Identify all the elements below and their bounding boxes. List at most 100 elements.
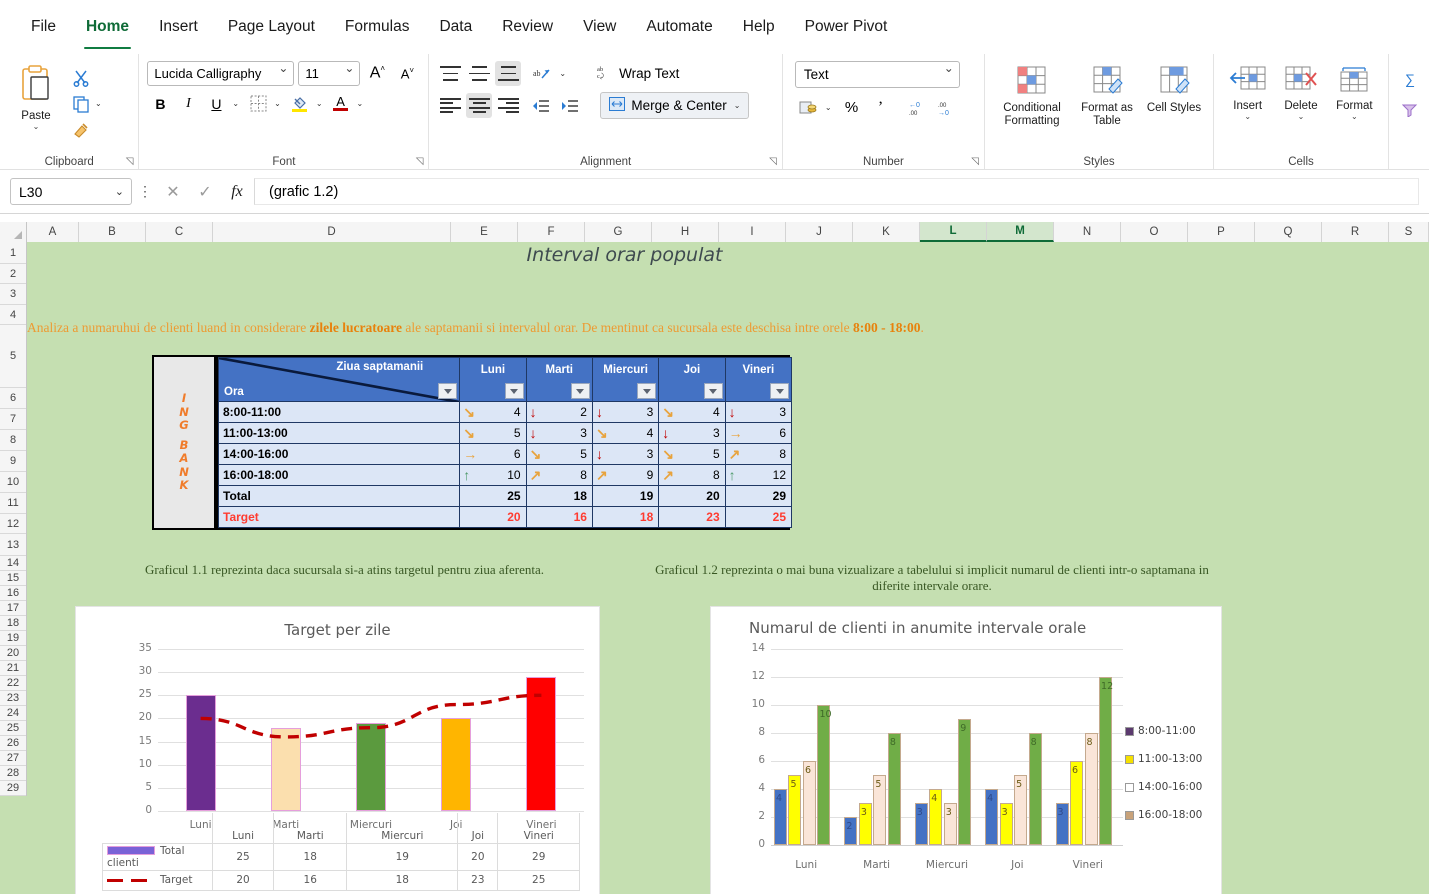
delete-cells-button[interactable]: Delete ⌄ <box>1275 63 1326 121</box>
row-header-13[interactable]: 13 <box>0 534 26 556</box>
insert-function-icon[interactable]: fx <box>222 183 252 201</box>
row-header-7[interactable]: 7 <box>0 409 26 430</box>
paste-button[interactable]: Paste ⌄ <box>8 63 64 131</box>
header-day-joi[interactable]: Joi <box>658 357 726 402</box>
font-name-input[interactable]: Lucida Calligraphy <box>147 61 295 86</box>
data-cell[interactable]: ↓ 3 <box>525 422 593 444</box>
header-corner-diagonal[interactable]: Ziua saptamanii Ora <box>217 357 461 402</box>
header-day-vineri[interactable]: Vineri <box>724 357 793 402</box>
fill-color-dropdown-caret[interactable]: ⌄ <box>316 99 323 108</box>
column-header-K[interactable]: K <box>853 222 920 242</box>
row-header-22[interactable]: 22 <box>0 676 26 691</box>
column-header-L[interactable]: L <box>920 222 987 242</box>
row-header-27[interactable]: 27 <box>0 751 26 766</box>
column-header-H[interactable]: H <box>652 222 719 242</box>
number-format-select[interactable]: Text <box>794 61 960 88</box>
ribbon-tab-home[interactable]: Home <box>73 12 142 49</box>
format-cells-button[interactable]: Format ⌄ <box>1329 63 1380 121</box>
row-header-23[interactable]: 23 <box>0 691 26 706</box>
bar-total-clienti[interactable] <box>185 695 216 811</box>
target-value-cell[interactable]: 20 <box>459 506 527 528</box>
data-cell[interactable]: ↗ 8 <box>525 464 593 486</box>
column-header-A[interactable]: A <box>27 222 79 242</box>
row-label-cell[interactable]: 11:00-13:00 <box>217 422 461 444</box>
accounting-dropdown-caret[interactable]: ⌄ <box>825 103 832 112</box>
formula-input[interactable]: (grafic 1.2) <box>254 178 1419 205</box>
column-header-F[interactable]: F <box>518 222 585 242</box>
chart-numar-clienti[interactable]: Numarul de clienti in anumite intervale … <box>710 606 1222 894</box>
row-header-3[interactable]: 3 <box>0 284 26 305</box>
data-cell[interactable]: ↓ 3 <box>658 422 726 444</box>
column-header-P[interactable]: P <box>1188 222 1255 242</box>
row-header-1[interactable]: 1 <box>0 242 26 264</box>
legend-item-14:00-16:00[interactable]: 14:00-16:00 <box>1125 781 1202 793</box>
ribbon-tab-formulas[interactable]: Formulas <box>332 12 423 42</box>
filter-dropdown-icon-joi[interactable] <box>703 383 723 399</box>
row-header-10[interactable]: 10 <box>0 472 26 493</box>
sort-filter-button[interactable] <box>1397 97 1423 122</box>
table-row[interactable]: 16:00-18:00 ↑ 10 ↗ 8 ↗ 9 ↗ 8 ↑ 12 <box>217 464 793 486</box>
data-cell[interactable]: ↘ 5 <box>525 443 593 465</box>
name-box[interactable]: L30 ⌄ <box>10 178 132 205</box>
row-header-21[interactable]: 21 <box>0 661 26 676</box>
legend-item-11:00-13:00[interactable]: 11:00-13:00 <box>1125 753 1202 765</box>
ribbon-tab-review[interactable]: Review <box>489 12 566 42</box>
confirm-icon[interactable]: ✓ <box>190 182 220 202</box>
target-row[interactable]: Target 20 16 18 23 25 <box>217 506 793 528</box>
row-header-8[interactable]: 8 <box>0 430 26 451</box>
row-header-9[interactable]: 9 <box>0 451 26 472</box>
bar-16:00-18:00[interactable] <box>817 705 831 845</box>
data-cell[interactable]: ↗ 9 <box>591 464 660 486</box>
filter-dropdown-icon-vineri[interactable] <box>770 383 789 399</box>
ribbon-tab-view[interactable]: View <box>570 12 629 42</box>
increase-font-size-button[interactable]: A˄ <box>364 61 390 86</box>
table-row[interactable]: 11:00-13:00 ↘ 5 ↓ 3 ↘ 4 ↓ 3 → 6 <box>217 422 793 444</box>
target-value-cell[interactable]: 16 <box>525 506 593 528</box>
autosum-button[interactable]: ∑ <box>1397 66 1423 91</box>
row-header-18[interactable]: 18 <box>0 616 26 631</box>
row-header-24[interactable]: 24 <box>0 706 26 721</box>
filter-dropdown-icon-marti[interactable] <box>570 383 590 399</box>
row-label-cell[interactable]: 14:00-16:00 <box>217 443 461 465</box>
align-middle-button[interactable] <box>466 61 492 86</box>
target-value-cell[interactable]: 18 <box>591 506 660 528</box>
table-row[interactable]: 8:00-11:00 ↘ 4 ↓ 2 ↓ 3 ↘ 4 ↓ 3 <box>217 401 793 423</box>
copy-button[interactable] <box>68 91 94 116</box>
align-center-button[interactable] <box>466 93 493 118</box>
column-header-E[interactable]: E <box>451 222 518 242</box>
data-cell[interactable]: ↓ 3 <box>591 401 660 423</box>
underline-dropdown-caret[interactable]: ⌄ <box>232 99 239 108</box>
row-header-20[interactable]: 20 <box>0 646 26 661</box>
conditional-formatting-button[interactable]: Conditional Formatting <box>993 63 1071 128</box>
column-header-O[interactable]: O <box>1121 222 1188 242</box>
row-header-17[interactable]: 17 <box>0 601 26 616</box>
data-cell[interactable]: ↑ 12 <box>724 464 793 486</box>
row-header-4[interactable]: 4 <box>0 305 26 325</box>
column-header-R[interactable]: R <box>1322 222 1389 242</box>
data-cell[interactable]: ↓ 2 <box>525 401 593 423</box>
row-header-5[interactable]: 5 <box>0 325 26 388</box>
row-header-16[interactable]: 16 <box>0 586 26 601</box>
font-color-dropdown-caret[interactable]: ⌄ <box>357 99 364 108</box>
total-value-cell[interactable]: 25 <box>459 485 527 507</box>
bar-total-clienti[interactable] <box>270 727 301 811</box>
delete-dropdown-caret[interactable]: ⌄ <box>1298 113 1305 121</box>
alignment-dialog-launcher[interactable]: ◹ <box>769 156 777 167</box>
select-all-corner[interactable] <box>0 222 27 242</box>
legend-item-8:00-11:00[interactable]: 8:00-11:00 <box>1125 725 1202 737</box>
filter-dropdown-icon-miercuri[interactable] <box>637 383 657 399</box>
align-right-button[interactable] <box>495 93 521 118</box>
row-header-25[interactable]: 25 <box>0 721 26 736</box>
row-label-cell[interactable]: 8:00-11:00 <box>217 401 461 423</box>
bar-16:00-18:00[interactable] <box>958 719 972 845</box>
underline-button[interactable]: U <box>203 91 229 116</box>
row-header-26[interactable]: 26 <box>0 736 26 751</box>
align-bottom-button[interactable] <box>495 61 522 86</box>
merge-and-center-button[interactable]: Merge & Center ⌄ <box>600 92 750 119</box>
column-header-I[interactable]: I <box>719 222 786 242</box>
column-header-J[interactable]: J <box>786 222 853 242</box>
total-value-cell[interactable]: 19 <box>591 485 660 507</box>
data-cell[interactable]: ↓ 3 <box>591 443 660 465</box>
ribbon-tab-data[interactable]: Data <box>426 12 485 42</box>
column-header-G[interactable]: G <box>585 222 652 242</box>
